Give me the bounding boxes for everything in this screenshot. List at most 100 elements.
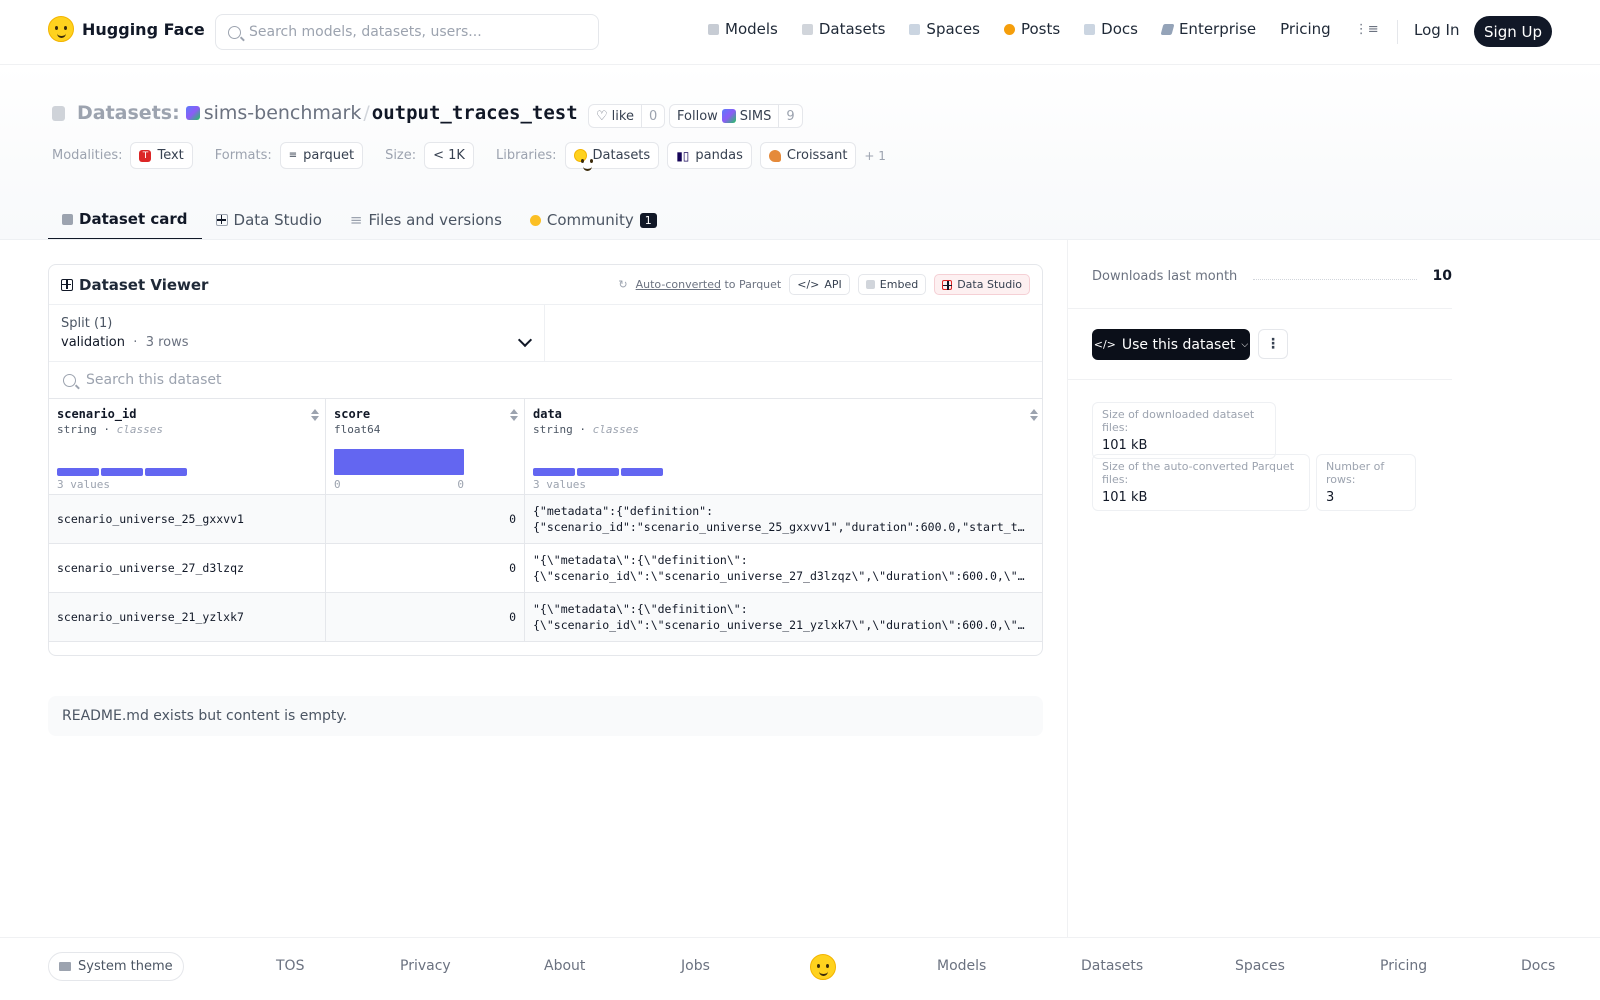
brand-logo[interactable]: Hugging Face <box>48 16 205 42</box>
split-selector-row: Split (1) validation · 3 rows <box>49 305 1042 362</box>
pandas-icon: ▮▯ <box>676 148 690 163</box>
search-placeholder: Search models, datasets, users... <box>249 24 482 40</box>
column-header-data[interactable]: data string · classes 3 values <box>525 399 1042 495</box>
split-value: validation <box>61 335 126 350</box>
embed-button[interactable]: Embed <box>857 274 927 295</box>
tag-croissant[interactable]: Croissant <box>759 142 857 169</box>
repo-title: Datasets: sims-benchmark / output_traces… <box>52 102 605 124</box>
like-button[interactable]: ♡ like 0 <box>588 104 666 128</box>
footer-privacy[interactable]: Privacy <box>400 958 451 974</box>
nav-enterprise[interactable]: Enterprise <box>1160 20 1256 38</box>
signup-button[interactable]: Sign Up <box>1474 16 1552 47</box>
repo-name: output_traces_test <box>371 102 578 124</box>
hist-min: 0 <box>334 478 341 491</box>
tag-datasets[interactable]: Datasets <box>564 142 660 171</box>
nav-spaces[interactable]: Spaces <box>909 20 980 38</box>
more-menu-icon[interactable]: ⋮≡ <box>1355 22 1379 37</box>
downloads-value: 10 <box>1432 268 1452 284</box>
auto-converted-link[interactable]: Auto-converted to Parquet <box>636 278 782 291</box>
database-icon <box>801 23 813 35</box>
search-input[interactable]: Search models, datasets, users... <box>215 14 599 50</box>
value-bars[interactable] <box>533 468 663 476</box>
sort-icon[interactable] <box>311 409 319 421</box>
data-studio-button[interactable]: Data Studio <box>934 274 1030 295</box>
tab-files[interactable]: ≡ Files and versions <box>336 200 516 240</box>
footer-tos[interactable]: TOS <box>276 958 304 974</box>
cell-score: 0 <box>326 544 525 592</box>
top-nav: Hugging Face Search models, datasets, us… <box>0 0 1600 65</box>
cell-scenario-id: scenario_universe_27_d3lzqz <box>49 544 326 592</box>
like-count: 0 <box>640 105 664 127</box>
database-icon <box>52 105 65 121</box>
tag-size[interactable]: < 1K <box>424 142 474 169</box>
search-icon <box>228 25 241 39</box>
text-icon: T <box>139 149 152 162</box>
column-footer: 3 values <box>57 478 110 491</box>
cell-score: 0 <box>326 495 525 543</box>
path-separator: / <box>363 102 370 124</box>
tags-row: Modalities: T Text Formats: ≡ parquet Size… <box>52 142 886 171</box>
nav-posts[interactable]: Posts <box>1003 20 1060 38</box>
footer-docs[interactable]: Docs <box>1521 958 1555 974</box>
more-libraries[interactable]: + 1 <box>864 149 886 163</box>
sidebar-divider-2 <box>1067 379 1452 380</box>
split-selector[interactable]: Split (1) validation · 3 rows <box>49 305 545 361</box>
footer-pricing[interactable]: Pricing <box>1380 958 1427 974</box>
nav-models[interactable]: Models <box>708 20 778 38</box>
files-icon: ≡ <box>349 211 363 229</box>
formats-label: Formats: <box>214 148 272 163</box>
api-button[interactable]: </> API <box>789 274 850 295</box>
sort-icon[interactable] <box>510 409 518 421</box>
hugging-face-icon[interactable] <box>810 954 836 980</box>
column-header-scenario-id[interactable]: scenario_id string · classes 3 values <box>49 399 326 495</box>
tag-text[interactable]: T Text <box>130 142 193 169</box>
hist-max: 0 <box>457 478 464 491</box>
table-row[interactable]: scenario_universe_27_d3lzqz 0 "{\"metada… <box>49 544 1042 593</box>
follow-button[interactable]: Follow SIMS 9 <box>669 104 803 128</box>
footer: System theme TOS Privacy About Jobs Mode… <box>0 937 1600 1000</box>
split-label: Split (1) <box>61 316 113 331</box>
dataset-search-input[interactable]: Search this dataset <box>49 362 1042 399</box>
value-bars[interactable] <box>57 468 187 476</box>
footer-jobs[interactable]: Jobs <box>681 958 710 974</box>
nav-links: Models Datasets Spaces Posts Docs Enterp… <box>708 20 1379 38</box>
cell-data: "{\"metadata\":{\"definition\": {\"scenar… <box>533 553 1028 583</box>
column-header-score[interactable]: score float64 00 <box>326 399 525 495</box>
refresh-icon: ↻ <box>618 278 628 291</box>
sort-icon[interactable] <box>1030 409 1038 421</box>
repo-owner[interactable]: sims-benchmark <box>204 102 362 124</box>
downloads-label: Downloads last month <box>1092 268 1238 284</box>
spaces-icon <box>909 23 921 35</box>
book-icon <box>1084 23 1096 35</box>
tab-dataset-card[interactable]: Dataset card <box>48 200 202 240</box>
repo-tabs: Dataset card Data Studio ≡ Files and vers… <box>48 200 671 240</box>
stat-parquet-size: Size of the auto-converted Parquet files… <box>1092 454 1310 511</box>
tag-parquet[interactable]: ≡ parquet <box>279 142 364 169</box>
libraries-label: Libraries: <box>495 148 557 163</box>
login-link[interactable]: Log In <box>1414 21 1460 39</box>
theme-toggle[interactable]: System theme <box>48 952 184 981</box>
hugging-face-icon <box>48 16 74 42</box>
footer-spaces[interactable]: Spaces <box>1235 958 1285 974</box>
nav-docs[interactable]: Docs <box>1084 20 1138 38</box>
sidebar-divider <box>1067 240 1068 937</box>
tab-data-studio[interactable]: Data Studio <box>202 200 336 240</box>
table-row[interactable]: scenario_universe_21_yzlxk7 0 "{\"metada… <box>49 593 1042 642</box>
community-icon <box>529 214 541 226</box>
footer-about[interactable]: About <box>544 958 585 974</box>
stat-download-size: Size of downloaded dataset files: 101 kB <box>1092 402 1276 459</box>
modalities-label: Modalities: <box>52 148 123 163</box>
nav-datasets[interactable]: Datasets <box>801 20 885 38</box>
histogram-bar[interactable] <box>334 449 464 475</box>
footer-models[interactable]: Models <box>937 958 986 974</box>
footer-datasets[interactable]: Datasets <box>1081 958 1143 974</box>
use-this-dataset-button[interactable]: </> Use this dataset ⌵ <box>1092 329 1250 360</box>
cell-score: 0 <box>326 593 525 641</box>
tag-pandas[interactable]: ▮▯ pandas <box>667 142 752 169</box>
chevron-down-icon: ⌵ <box>1241 339 1249 350</box>
search-icon <box>63 373 76 387</box>
nav-pricing[interactable]: Pricing <box>1280 20 1331 38</box>
more-options-button[interactable]: ⋮ <box>1258 329 1288 359</box>
table-row[interactable]: scenario_universe_25_gxxvv1 0 {"metadata… <box>49 495 1042 544</box>
tab-community[interactable]: Community 1 <box>516 200 671 240</box>
